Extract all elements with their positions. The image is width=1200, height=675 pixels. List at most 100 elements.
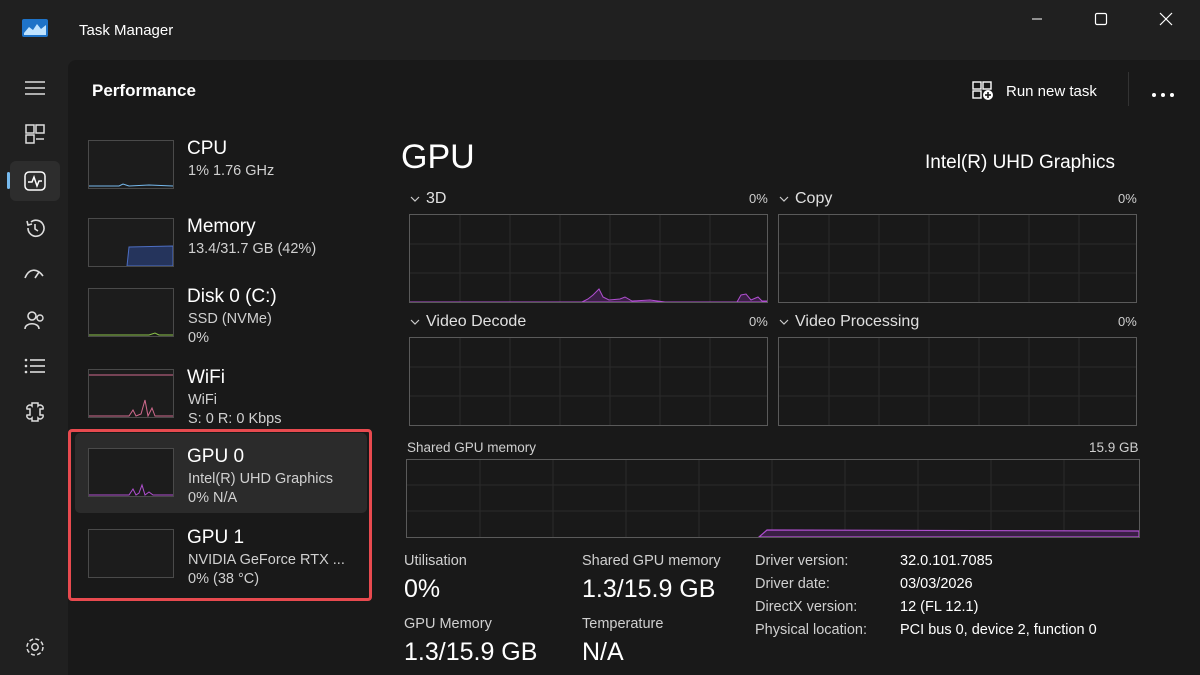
engine-percent: 0%: [1118, 314, 1137, 329]
minimize-icon: [1032, 18, 1042, 20]
directx-version-value: 12 (FL 12.1): [900, 599, 979, 615]
nav-services[interactable]: [10, 392, 60, 432]
engine-selector-3d[interactable]: 3D: [410, 190, 446, 208]
engine-selector-video-processing[interactable]: Video Processing: [779, 313, 919, 331]
nav-processes[interactable]: [10, 114, 60, 154]
engine-graph-copy-plot: [779, 215, 1136, 302]
engine-label: Video Processing: [795, 313, 920, 330]
driver-date-key: Driver date:: [755, 576, 830, 592]
device-item-memory[interactable]: Memory 13.4/31.7 GB (42%): [75, 203, 367, 283]
device-detail: 0%: [188, 330, 209, 346]
engine-percent: 0%: [749, 191, 768, 206]
chevron-down-icon: [779, 196, 789, 202]
device-name: WiFi: [187, 367, 225, 388]
close-icon: [1159, 12, 1173, 26]
maximize-icon: [1094, 12, 1108, 26]
device-detail: 1% 1.76 GHz: [188, 163, 275, 179]
more-icon: [1152, 93, 1174, 97]
engine-graph-video-decode: [409, 337, 768, 426]
physical-location-value: PCI bus 0, device 2, function 0: [900, 622, 1097, 638]
engine-percent: 0%: [749, 314, 768, 329]
run-new-task-label: Run new task: [1006, 82, 1097, 100]
app-history-icon: [26, 219, 45, 238]
window-title: Task Manager: [79, 22, 174, 39]
maximize-button[interactable]: [1079, 6, 1123, 32]
device-item-wifi[interactable]: WiFi WiFi S: 0 R: 0 Kbps: [75, 354, 367, 434]
device-name: Disk 0 (C:): [187, 286, 277, 307]
task-manager-app-icon: [22, 19, 48, 37]
disk-thumb-graph: [89, 332, 173, 336]
shared-memory-graph: [406, 459, 1140, 538]
physical-location-key: Physical location:: [755, 622, 868, 638]
gpu-highlight-box: [68, 429, 372, 601]
device-item-disk[interactable]: Disk 0 (C:) SSD (NVMe) 0%: [75, 273, 367, 353]
minimize-button[interactable]: [1015, 6, 1059, 32]
nav-app-history[interactable]: [10, 208, 60, 248]
nav-details[interactable]: [10, 346, 60, 386]
performance-icon: [24, 171, 46, 191]
run-new-task-button[interactable]: Run new task: [972, 79, 1097, 103]
device-detail: 13.4/31.7 GB (42%): [188, 241, 317, 257]
engine-selector-video-decode[interactable]: Video Decode: [410, 313, 526, 331]
more-options-button[interactable]: [1150, 86, 1178, 97]
chevron-down-icon: [410, 196, 420, 202]
close-button[interactable]: [1144, 6, 1188, 32]
nav-startup-apps[interactable]: [10, 254, 60, 294]
engine-selector-copy[interactable]: Copy: [779, 190, 832, 208]
driver-version-key: Driver version:: [755, 553, 849, 569]
page-title: Performance: [92, 81, 196, 100]
shared-memory-graph-label: Shared GPU memory: [407, 440, 537, 455]
device-item-cpu[interactable]: CPU 1% 1.76 GHz: [75, 125, 367, 205]
engine-graph-3d-plot: [410, 215, 767, 302]
utilisation-label: Utilisation: [404, 553, 467, 569]
driver-version-value: 32.0.101.7085: [900, 553, 993, 569]
engine-label: 3D: [426, 190, 447, 207]
engine-label: Copy: [795, 190, 833, 207]
engine-graph-3d: [409, 214, 768, 303]
memory-thumb-graph: [126, 245, 173, 266]
device-detail: S: 0 R: 0 Kbps: [188, 411, 282, 427]
disk-thumbnail: [88, 288, 174, 337]
engine-graph-video-processing-plot: [779, 338, 1136, 425]
nav-users[interactable]: [10, 300, 60, 340]
temperature-label: Temperature: [582, 616, 664, 632]
settings-icon: [26, 638, 44, 656]
device-detail: WiFi: [188, 392, 217, 408]
chevron-down-icon: [410, 319, 420, 325]
engine-graph-video-decode-plot: [410, 338, 767, 425]
details-icon: [24, 358, 45, 374]
cpu-thumbnail: [88, 140, 174, 189]
nav-settings[interactable]: [10, 627, 60, 667]
device-name: Memory: [187, 216, 256, 237]
shared-gpu-memory-value: 1.3/15.9 GB: [582, 575, 716, 603]
hamburger-icon: [25, 81, 45, 95]
temperature-value: N/A: [582, 638, 624, 666]
processes-icon: [25, 124, 45, 144]
engine-percent: 0%: [1118, 191, 1137, 206]
directx-version-key: DirectX version:: [755, 599, 858, 615]
driver-date-value: 03/03/2026: [900, 576, 973, 592]
gpu-memory-label: GPU Memory: [404, 616, 492, 632]
device-detail: SSD (NVMe): [188, 311, 272, 327]
shared-memory-graph-max: 15.9 GB: [1089, 440, 1139, 455]
engine-graph-video-processing: [778, 337, 1137, 426]
run-new-task-icon: [972, 81, 993, 100]
utilisation-value: 0%: [404, 575, 441, 603]
gpu-title: GPU: [401, 138, 475, 176]
device-name: CPU: [187, 138, 228, 159]
users-icon: [24, 311, 44, 330]
gpu-model: Intel(R) UHD Graphics: [925, 152, 1116, 173]
cpu-thumb-graph: [89, 183, 173, 187]
engine-graph-copy: [778, 214, 1137, 303]
nav-menu-button[interactable]: [10, 68, 60, 108]
memory-thumbnail: [88, 218, 174, 267]
wifi-thumbnail: [88, 369, 174, 418]
shared-memory-graph-plot: [407, 460, 1139, 537]
nav-active-indicator: [7, 172, 10, 189]
header-separator: [1128, 72, 1129, 106]
nav-performance[interactable]: [10, 161, 60, 201]
engine-label: Video Decode: [426, 313, 527, 330]
services-icon: [26, 402, 44, 422]
gpu-memory-value: 1.3/15.9 GB: [404, 638, 538, 666]
chevron-down-icon: [779, 319, 789, 325]
